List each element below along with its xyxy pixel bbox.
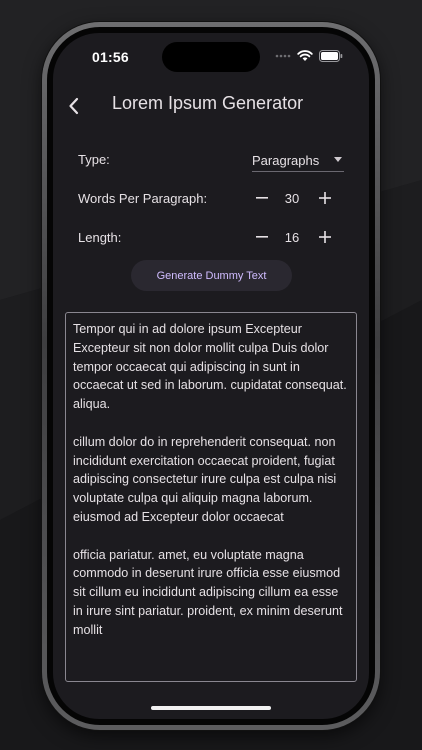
paragraph: officia pariatur. amet, eu voluptate mag… [73,547,343,637]
status-time: 01:56 [92,49,129,65]
plus-icon [319,192,331,204]
words-decrement-button[interactable] [251,187,273,209]
back-button[interactable] [61,93,87,119]
length-label: Length: [78,230,122,245]
type-label: Type: [78,152,110,167]
chevron-left-icon [69,97,79,115]
words-per-paragraph-label: Words Per Paragraph: [78,191,208,206]
words-increment-button[interactable] [314,187,336,209]
words-value: 30 [284,191,300,206]
type-value: Paragraphs [252,152,320,168]
paragraph: cillum dolor do in reprehenderit consequ… [73,434,337,524]
dynamic-island [162,42,260,72]
dropdown-arrow-icon [334,157,342,162]
signal-icon [275,54,291,58]
generated-text-area[interactable]: Tempor qui in ad dolore ipsum Excepteur … [65,312,357,682]
generate-button[interactable]: Generate Dummy Text [131,260,292,291]
length-decrement-button[interactable] [251,226,273,248]
app-screen: 01:56 Lorem Ipsum Generator Type: Paragr… [53,33,369,719]
type-dropdown[interactable]: Paragraphs [252,149,344,172]
wifi-icon [297,50,313,61]
page-title: Lorem Ipsum Generator [112,93,304,113]
paragraph: Tempor qui in ad dolore ipsum Excepteur … [73,322,347,412]
length-value: 16 [284,230,300,245]
home-indicator[interactable] [151,706,271,710]
plus-icon [319,231,331,243]
status-icons [275,50,343,62]
minus-icon [256,197,268,199]
battery-icon [319,50,343,62]
minus-icon [256,236,268,238]
length-increment-button[interactable] [314,226,336,248]
